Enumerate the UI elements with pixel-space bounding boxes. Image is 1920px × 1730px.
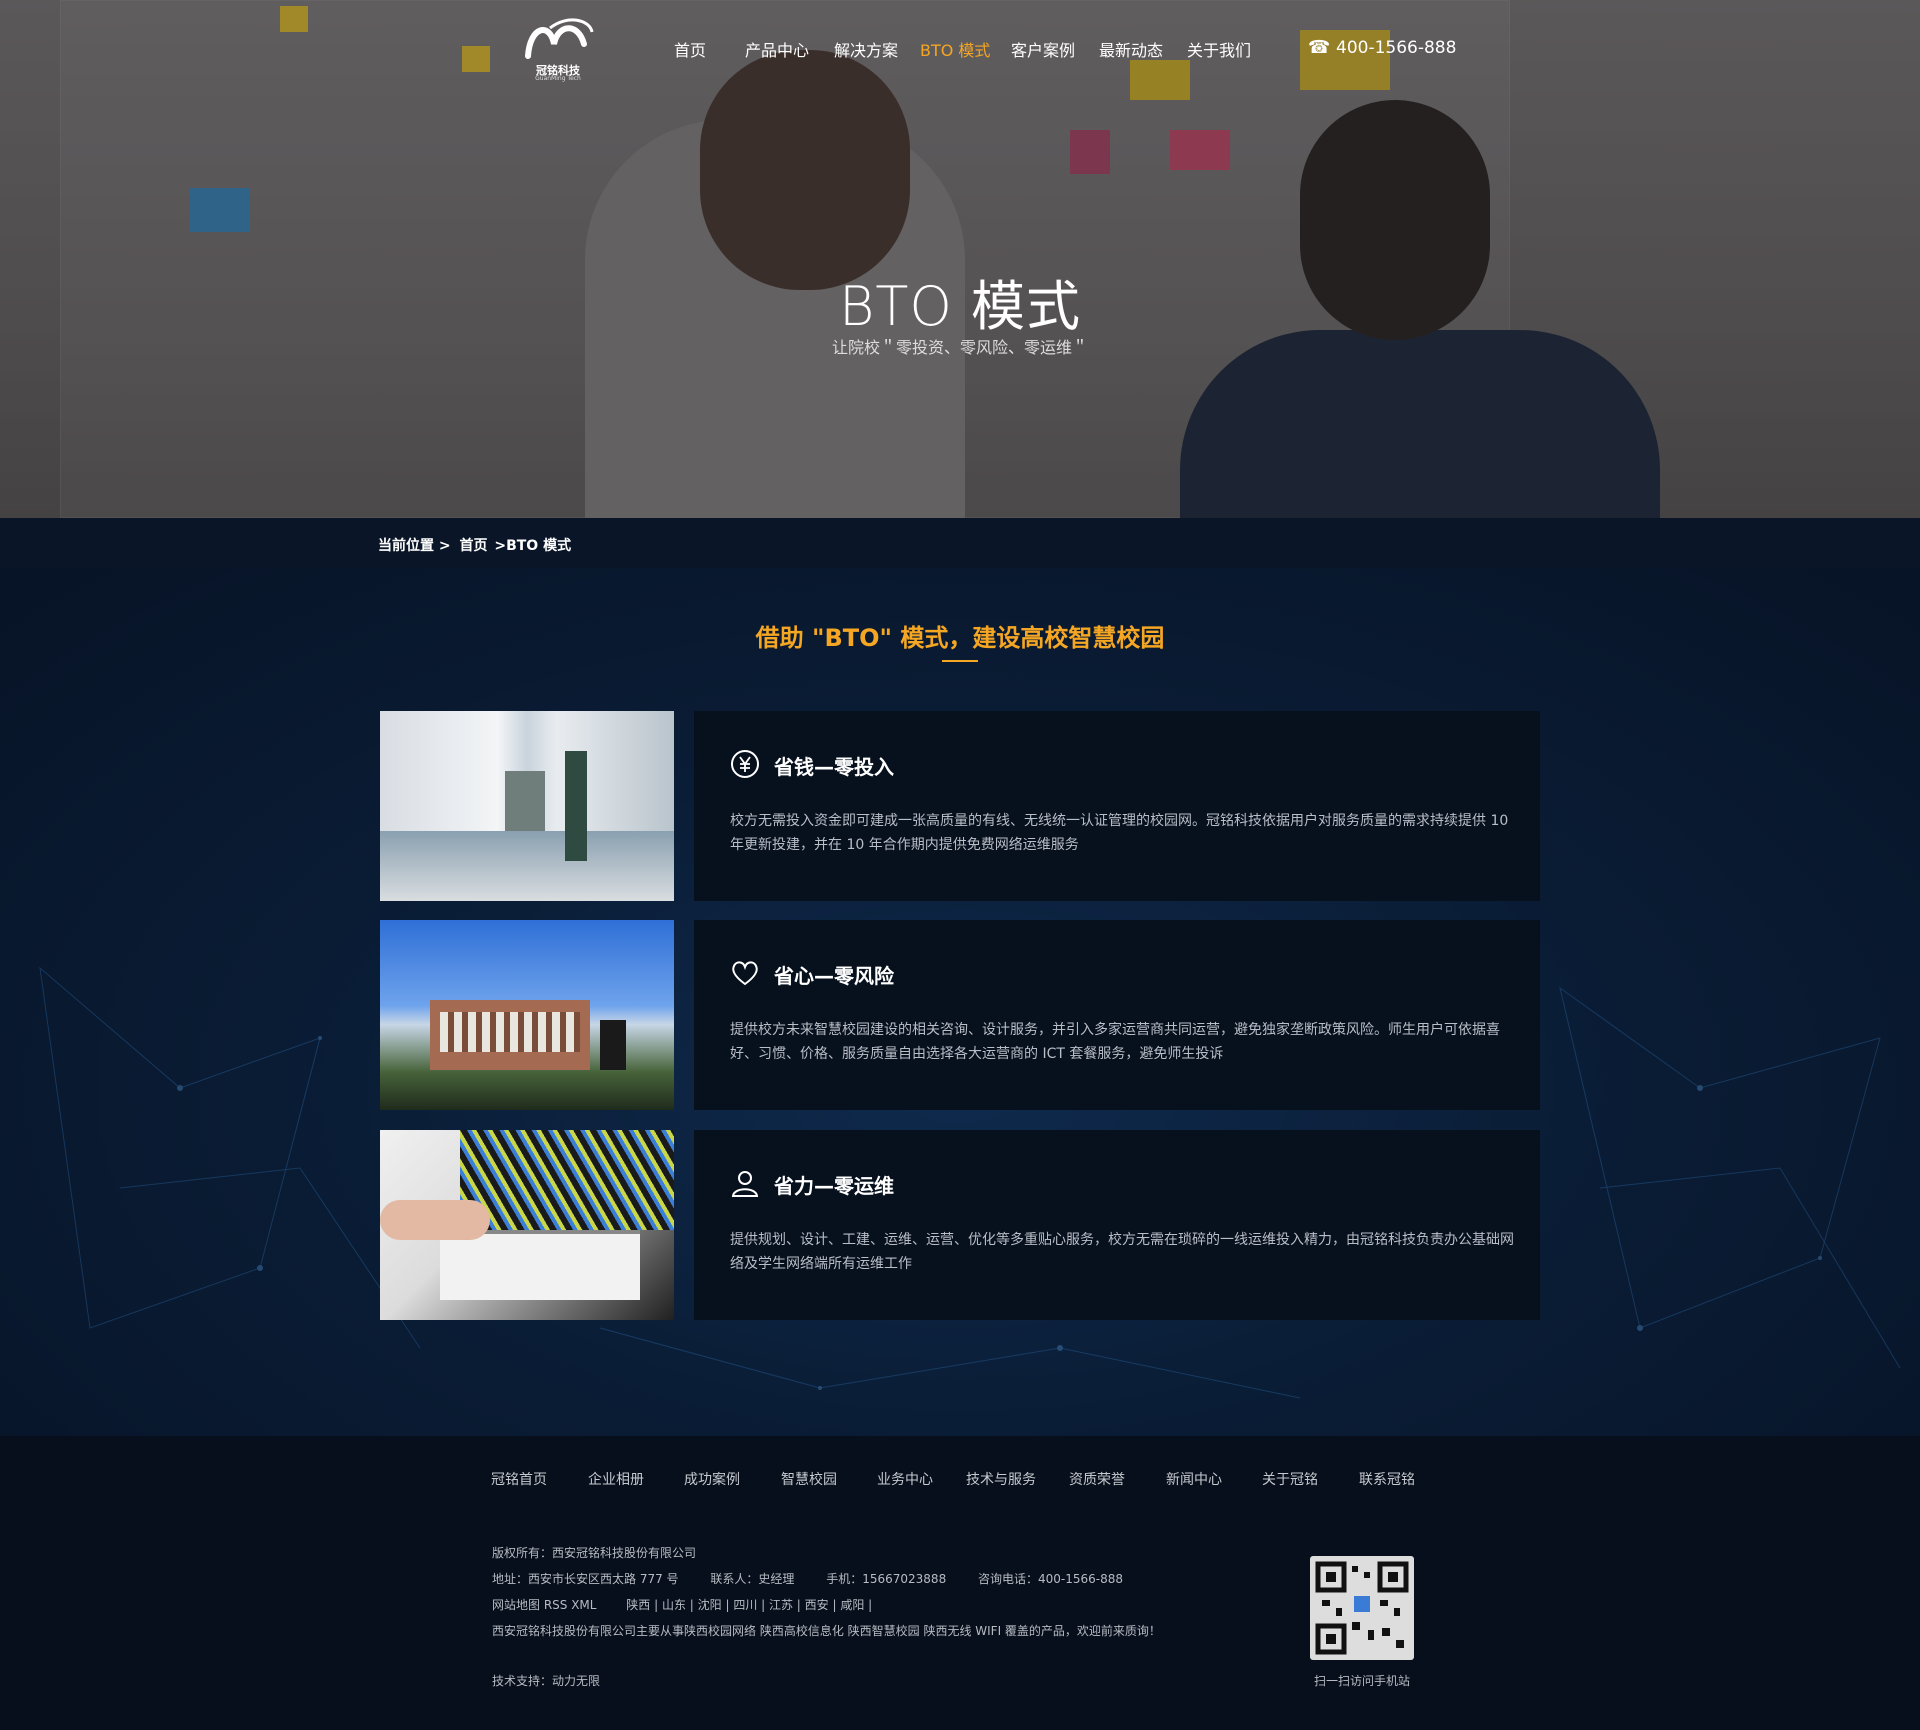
corridor-image (380, 711, 674, 901)
breadcrumb-current: >BTO 模式 (494, 538, 572, 554)
corridor-door (565, 751, 587, 861)
nav-item-cases[interactable]: 客户案例 (1011, 37, 1075, 61)
nav-item-solutions[interactable]: 解决方案 (834, 37, 898, 61)
footer-mobile: 手机：15667023888 (826, 1572, 947, 1586)
hotline[interactable]: ☎ 400-1566-888 (1308, 37, 1456, 58)
feature-title: 省钱—零投入 (774, 755, 894, 779)
nav-item-products[interactable]: 产品中心 (745, 37, 809, 61)
logo-subtext: GuanMing Tech (535, 75, 581, 82)
feature-description: 提供校方未来智慧校园建设的相关咨询、设计服务，并引入多家运营商共同运营，避免独家… (730, 1022, 1500, 1062)
qr-code (1310, 1556, 1414, 1660)
corridor-floor (380, 831, 674, 901)
building-windows (440, 1012, 580, 1052)
heart-icon (732, 961, 758, 986)
feature-description: 校方无需投入资金即可建成一张高质量的有线、无线统一认证管理的校园网。冠铭科技依据… (730, 813, 1509, 853)
footer-support: 技术支持：动力无限 (492, 1674, 601, 1688)
footer-contact-line: 地址：西安市长安区西太路 777 号 联系人：史经理 手机：1566702388… (492, 1570, 1151, 1587)
footer-link-business[interactable]: 业务中心 (877, 1469, 933, 1489)
top-navigation: 冠铭科技 GuanMing Tech 首页 产品中心 解决方案 BTO 模式 客… (0, 0, 1920, 100)
user-icon (731, 1171, 759, 1197)
footer-link-about[interactable]: 关于冠铭 (1262, 1469, 1318, 1489)
footer-link-news[interactable]: 新闻中心 (1166, 1469, 1222, 1489)
section-title: 借助 "BTO" 模式，建设高校智慧校园 (755, 624, 1165, 652)
qr-caption: 扫一扫访问手机站 (1313, 1674, 1410, 1688)
phone-icon: ☎ (1308, 37, 1331, 58)
nav-item-home[interactable]: 首页 (674, 37, 706, 61)
footer-link-honors[interactable]: 资质荣誉 (1069, 1469, 1125, 1489)
nav-item-bto[interactable]: BTO 模式 (920, 37, 990, 61)
feature-title: 省心—零风险 (774, 964, 894, 988)
footer-link-contact[interactable]: 联系冠铭 (1359, 1469, 1415, 1489)
footer-link-cases[interactable]: 成功案例 (684, 1469, 740, 1489)
yen-icon (731, 750, 759, 778)
hotline-number: 400-1566-888 (1336, 38, 1457, 58)
feature-card-no-maintenance: 省力—零运维 提供规划、设计、工建、运维、运营、优化等多重贴心服务，校方无需在琐… (694, 1130, 1540, 1320)
site-footer: 冠铭首页 企业相册 成功案例 智慧校园 业务中心 技术与服务 资质荣誉 新闻中心… (0, 1436, 1920, 1730)
corridor-end (505, 771, 545, 831)
footer-address: 地址：西安市长安区西太路 777 号 (492, 1572, 679, 1586)
footer-link-campus[interactable]: 智慧校园 (781, 1469, 837, 1489)
footer-regions: 陕西 | 山东 | 沈阳 | 四川 | 江苏 | 西安 | 咸阳 | (626, 1598, 873, 1612)
qr-code-graphic (1315, 1561, 1409, 1655)
hand (380, 1200, 490, 1240)
feature-description: 提供规划、设计、工建、运维、运营、优化等多重贴心服务，校方无需在琐碎的一线运维投… (730, 1232, 1514, 1272)
feature-row: 省钱—零投入 校方无需投入资金即可建成一张高质量的有线、无线统一认证管理的校园网… (380, 711, 1540, 901)
nav-item-news[interactable]: 最新动态 (1099, 37, 1163, 61)
campus-building-image (380, 920, 674, 1110)
feature-card-no-risk: 省心—零风险 提供校方未来智慧校园建设的相关咨询、设计服务，并引入多家运营商共同… (694, 920, 1540, 1110)
footer-hotline: 咨询电话：400-1566-888 (978, 1572, 1124, 1586)
footer-link-tech[interactable]: 技术与服务 (966, 1469, 1036, 1489)
feature-row: 省力—零运维 提供规划、设计、工建、运维、运营、优化等多重贴心服务，校方无需在琐… (380, 1130, 1540, 1320)
title-underline (942, 660, 978, 662)
main-content: 借助 "BTO" 模式，建设高校智慧校园 省钱—零投入 校方无需投入资金即可建成… (0, 568, 1920, 1436)
cable-bundle (460, 1130, 674, 1230)
network-cabinet-image (380, 1130, 674, 1320)
street-sign (600, 1020, 626, 1070)
footer-link-album[interactable]: 企业相册 (588, 1469, 644, 1489)
hero-banner: 冠铭科技 GuanMing Tech 首页 产品中心 解决方案 BTO 模式 客… (0, 0, 1920, 518)
footer-link-home[interactable]: 冠铭首页 (491, 1469, 547, 1489)
breadcrumb: 当前位置 > 首页 >BTO 模式 (378, 535, 575, 555)
breadcrumb-home-link[interactable]: 首页 (459, 538, 487, 554)
hero-subtitle: 让院校＂零投资、零风险、零运维＂ (831, 338, 1088, 357)
footer-sitemap-line: 网站地图 RSS XML 陕西 | 山东 | 沈阳 | 四川 | 江苏 | 西安… (492, 1596, 900, 1613)
nav-item-about[interactable]: 关于我们 (1187, 37, 1251, 61)
feature-card-save-money: 省钱—零投入 校方无需投入资金即可建成一张高质量的有线、无线统一认证管理的校园网… (694, 711, 1540, 901)
breadcrumb-prefix: 当前位置 > (378, 538, 451, 554)
breadcrumb-bar: 当前位置 > 首页 >BTO 模式 (0, 518, 1920, 568)
breaker-panel (440, 1230, 640, 1300)
feature-row: 省心—零风险 提供校方未来智慧校园建设的相关咨询、设计服务，并引入多家运营商共同… (380, 920, 1540, 1110)
footer-copyright: 版权所有：西安冠铭科技股份有限公司 (492, 1546, 697, 1560)
feature-title: 省力—零运维 (774, 1174, 894, 1198)
logo-mark-icon (525, 18, 594, 59)
footer-sitemap-link[interactable]: 网站地图 RSS XML (492, 1598, 596, 1612)
hero-title: BTO 模式 (838, 275, 1081, 338)
brand-logo[interactable]: 冠铭科技 GuanMing Tech (520, 14, 596, 84)
footer-contact-person: 联系人：史经理 (710, 1572, 795, 1586)
footer-about-text: 西安冠铭科技股份有限公司主要从事陕西校园网络 陕西高校信息化 陕西智慧校园 陕西… (492, 1624, 1161, 1638)
